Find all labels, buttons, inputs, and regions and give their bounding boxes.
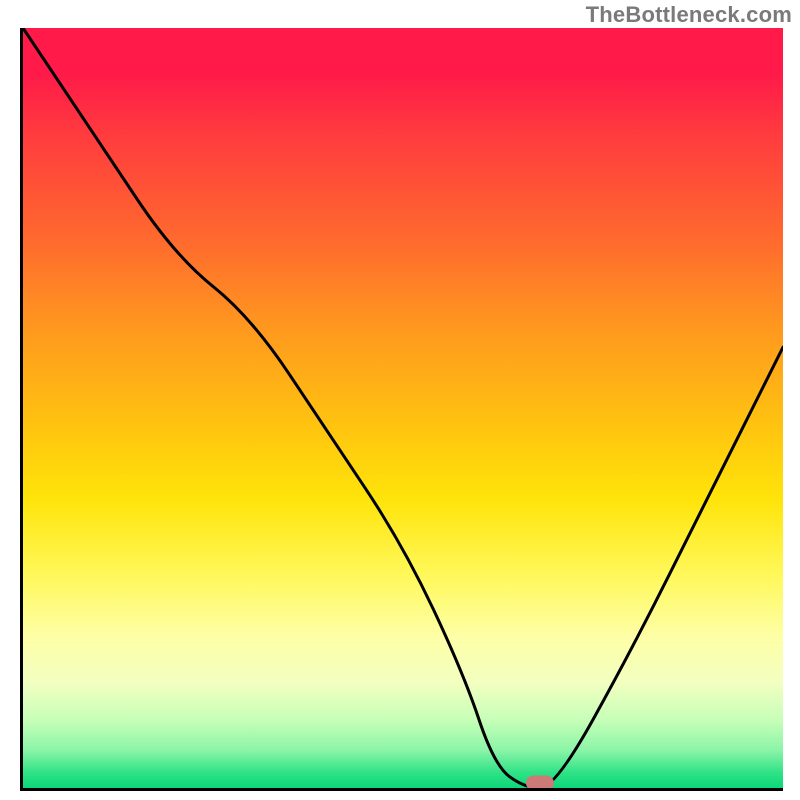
chart-stage: TheBottleneck.com [0, 0, 800, 800]
bottleneck-curve [23, 28, 783, 788]
curve-svg [23, 28, 783, 788]
optimum-marker [526, 776, 554, 791]
plot-area [20, 28, 783, 791]
watermark-text: TheBottleneck.com [586, 2, 792, 28]
